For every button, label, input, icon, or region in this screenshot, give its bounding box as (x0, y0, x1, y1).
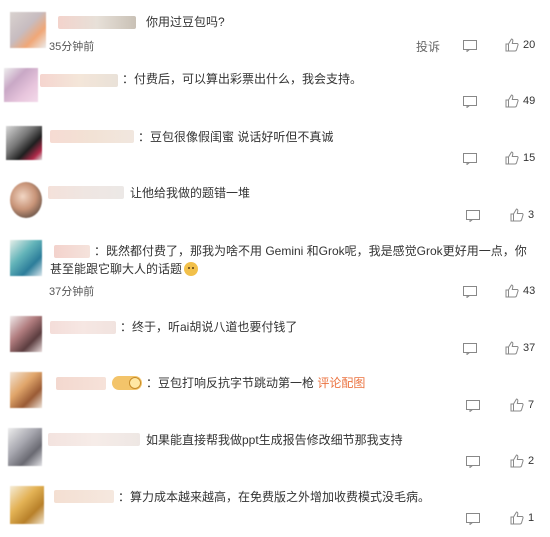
like-count: 43 (523, 285, 536, 297)
comment-text: ：豆包很像假闺蜜 说话好听但不真诚 (138, 130, 334, 144)
username[interactable] (48, 433, 140, 446)
comment-text: 你用过豆包吗? (146, 15, 225, 29)
comment-text-content: ：豆包打响反抗字节跳动第一枪 (146, 376, 315, 390)
like-icon[interactable] (505, 38, 519, 52)
comment-text: ：豆包打响反抗字节跳动第一枪 评论配图 (146, 374, 365, 392)
like-count: 20 (523, 39, 536, 51)
level-icon (129, 377, 141, 389)
avatar[interactable] (8, 428, 42, 466)
comment-text: ：算力成本越来越高，在免费版之外增加收费模式没毛病。 (118, 490, 431, 504)
image-link[interactable]: 评论配图 (317, 376, 365, 390)
comment-text: ：付费后，可以算出彩票出什么，我会支持。 (122, 72, 363, 86)
like-count: 1 (528, 512, 535, 524)
like-icon[interactable] (510, 208, 524, 222)
smile-emoji-icon (184, 262, 199, 276)
avatar[interactable] (6, 126, 42, 160)
username[interactable] (58, 16, 136, 29)
like-icon[interactable] (510, 511, 524, 525)
reply-icon[interactable] (463, 153, 477, 165)
like-icon[interactable] (505, 341, 519, 355)
comment-time: 37分钟前 (49, 286, 95, 298)
like-icon[interactable] (510, 454, 524, 468)
like-count: 7 (528, 399, 535, 411)
username[interactable] (48, 186, 124, 199)
reply-icon[interactable] (466, 513, 480, 525)
avatar[interactable] (10, 372, 42, 408)
comment-text: 如果能直接帮我做ppt生成报告修改细节那我支持 (146, 433, 403, 447)
like-count: 49 (523, 95, 536, 107)
report-button[interactable]: 投诉 (416, 38, 440, 55)
avatar[interactable] (4, 68, 38, 102)
like-count: 37 (523, 342, 536, 354)
username[interactable] (56, 377, 106, 390)
comment-text: 让他给我做的题错一堆 (130, 186, 251, 200)
like-count: 3 (528, 209, 535, 221)
comment-text: ：既然都付费了，那我为啥不用 Gemini 和Grok呢，我是感觉Grok更好用… (50, 242, 530, 278)
reply-icon[interactable] (463, 343, 477, 355)
like-count: 2 (528, 455, 535, 467)
reply-icon[interactable] (463, 40, 477, 52)
username[interactable] (40, 74, 118, 87)
avatar[interactable] (10, 182, 42, 218)
like-icon[interactable] (505, 151, 519, 165)
reply-icon[interactable] (466, 456, 480, 468)
like-count: 15 (523, 152, 536, 164)
avatar[interactable] (10, 316, 42, 352)
avatar[interactable] (10, 240, 42, 276)
like-icon[interactable] (510, 398, 524, 412)
reply-icon[interactable] (463, 286, 477, 298)
avatar[interactable] (10, 12, 46, 48)
reply-icon[interactable] (466, 210, 480, 222)
like-icon[interactable] (505, 284, 519, 298)
like-icon[interactable] (505, 94, 519, 108)
reply-icon[interactable] (466, 400, 480, 412)
username[interactable] (50, 130, 134, 143)
username[interactable] (50, 321, 116, 334)
avatar[interactable] (10, 486, 44, 524)
comment-time: 35分钟前 (49, 41, 95, 53)
username[interactable] (54, 490, 114, 503)
reply-icon[interactable] (463, 96, 477, 108)
comment-text-content: ：既然都付费了，那我为啥不用 Gemini 和Grok呢，我是感觉Grok更好用… (50, 244, 527, 276)
comment-text: ：终于，听ai胡说八道也要付钱了 (120, 320, 298, 334)
